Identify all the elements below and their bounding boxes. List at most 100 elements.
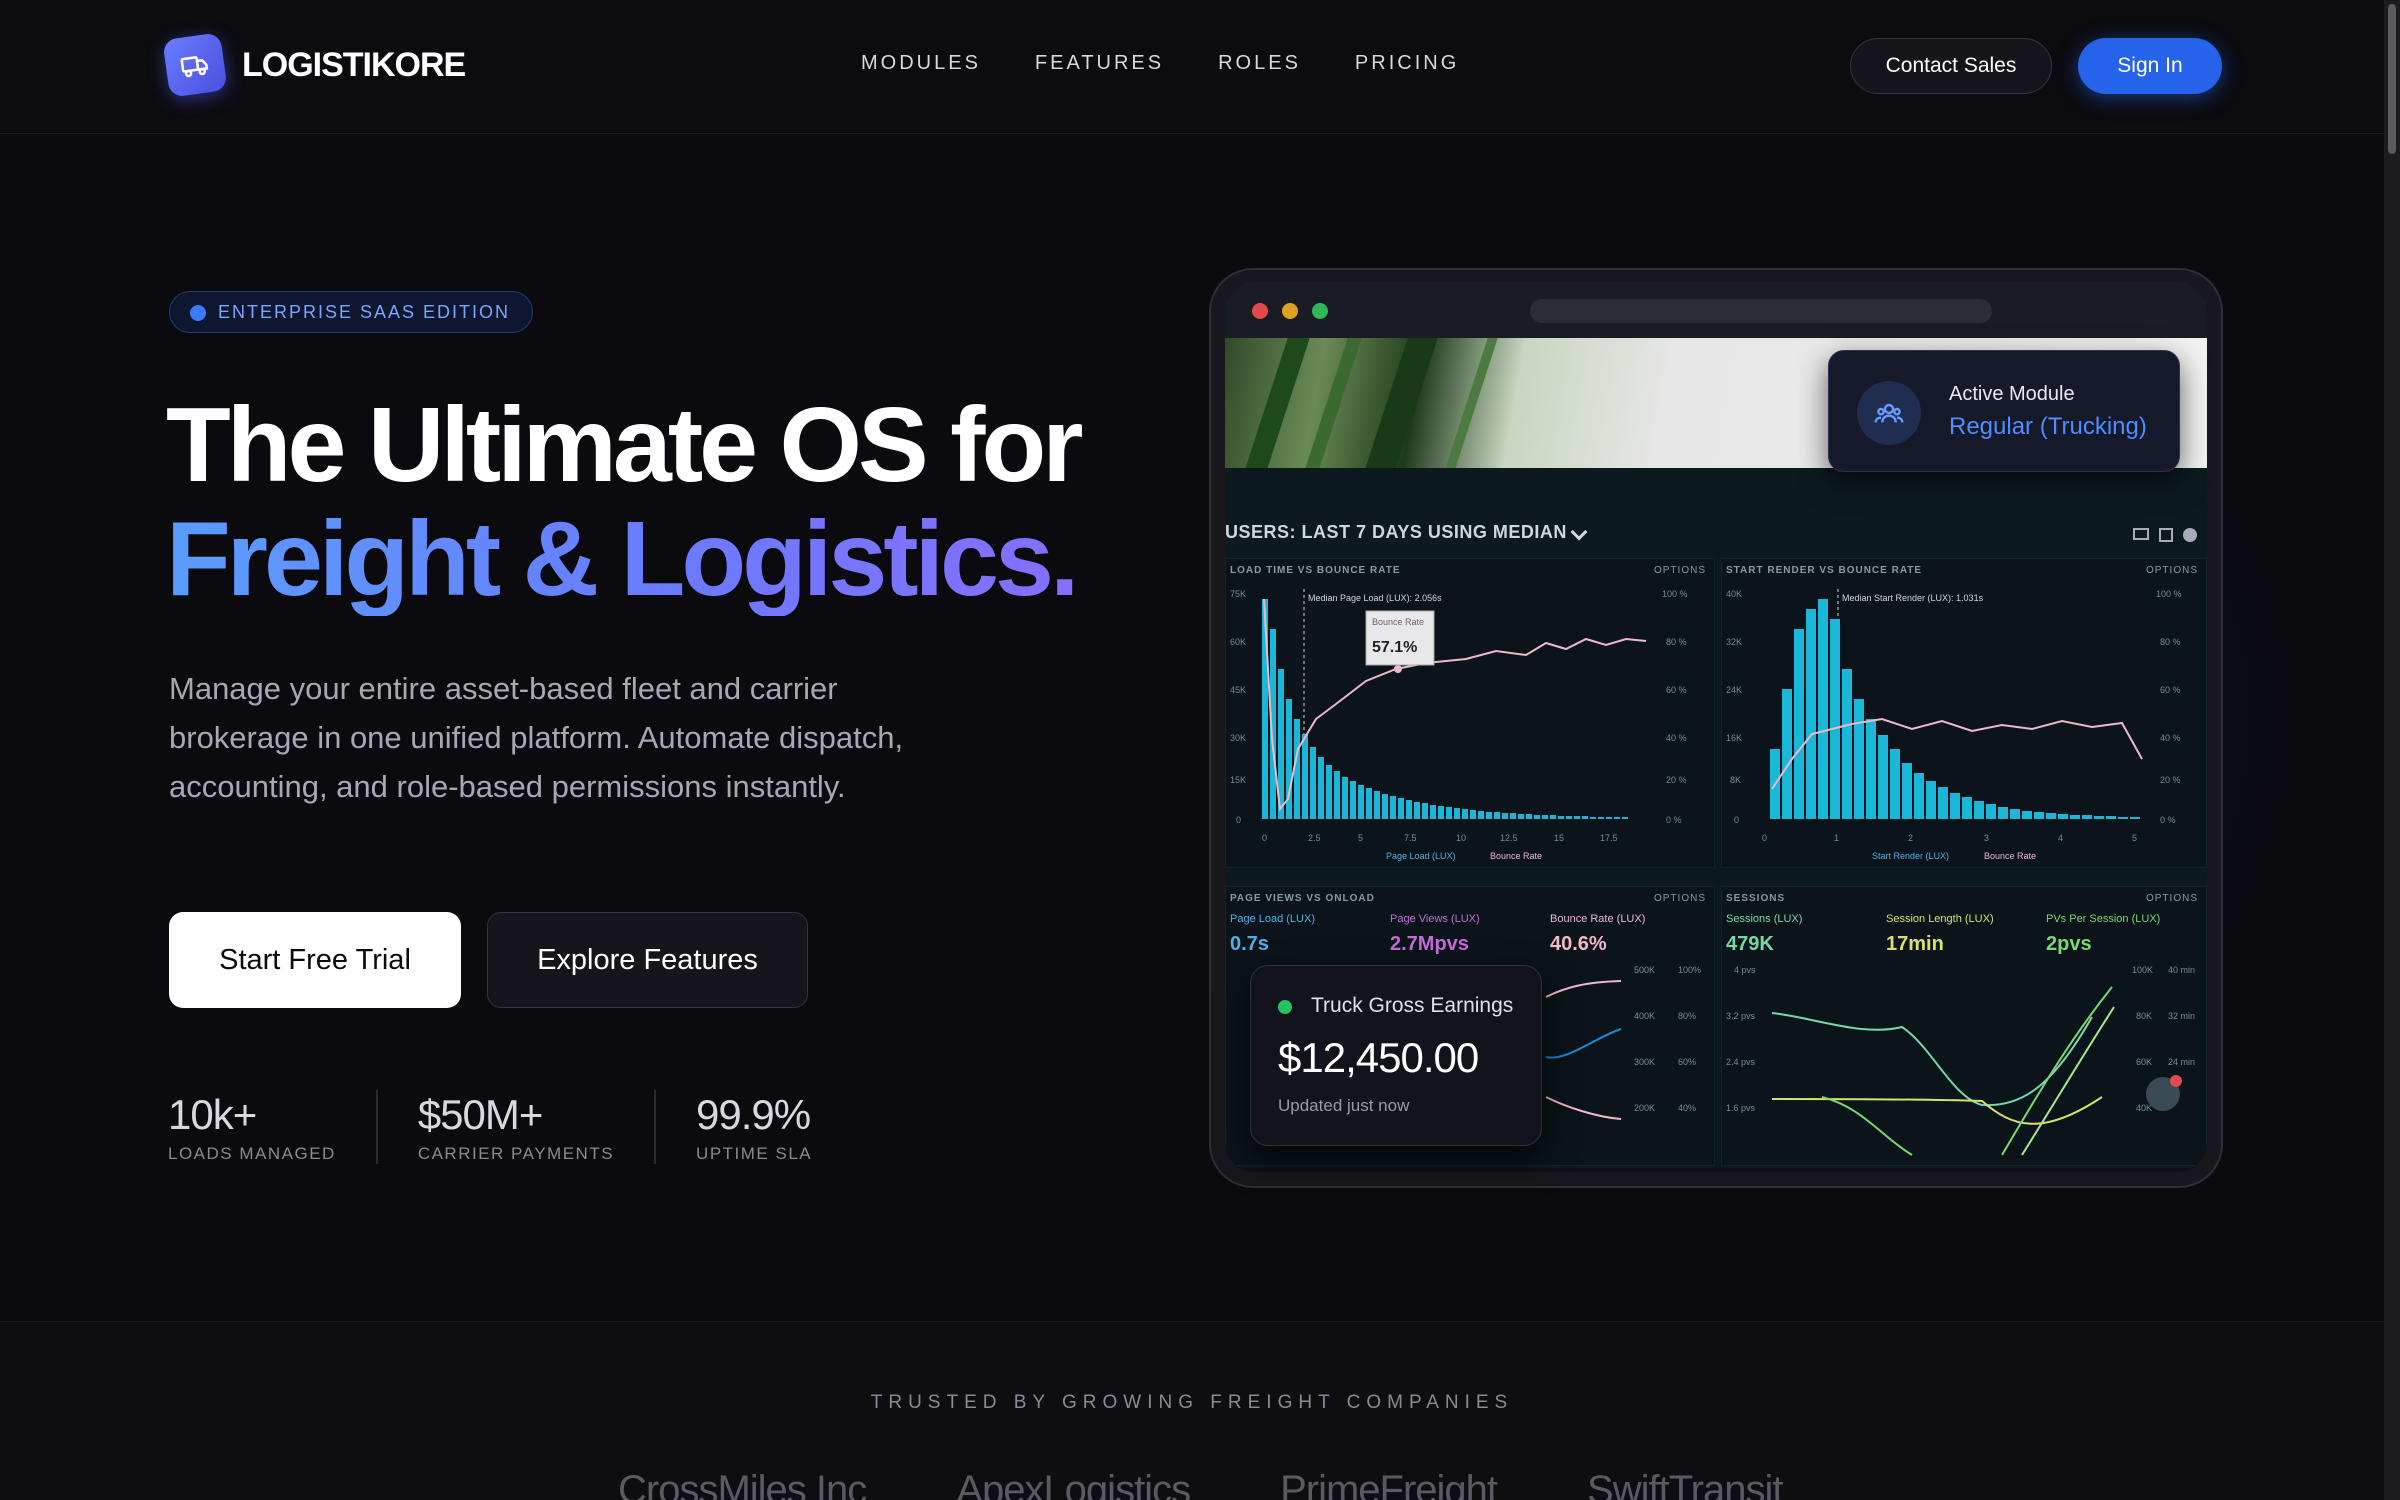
y-tick-right: 80K <box>2136 1011 2153 1021</box>
legend-item: Start Render (LUX) <box>1872 851 1950 861</box>
page-scrollbar[interactable] <box>2384 0 2400 1500</box>
hero-headline: The Ultimate OS for Freight & Logistics. <box>166 388 1166 616</box>
x-tick: 4 <box>2058 833 2064 843</box>
active-module-card: Active Module Regular (Trucking) <box>1828 350 2180 472</box>
y-tick: 8K <box>1730 775 1742 785</box>
users-icon <box>1857 381 1921 445</box>
y-tick-right: 40 % <box>2160 733 2181 743</box>
y-tick: 15K <box>1230 775 1247 785</box>
median-label: Median Start Render (LUX): 1.031s <box>1842 593 1984 603</box>
start-render-chart <box>1770 589 2143 819</box>
stat-value: $50M+ <box>417 1091 544 1138</box>
nav-modules[interactable]: MODULES <box>861 52 981 75</box>
nav-links: MODULES FEATURES ROLES PRICING <box>861 52 1459 75</box>
median-label: Median Page Load (LUX): 2.056s <box>1308 593 1442 603</box>
y-tick-right: 300K <box>1634 1057 1656 1067</box>
nav-pricing[interactable]: PRICING <box>1355 52 1459 75</box>
y-tick-right: 400K <box>1634 1011 1656 1021</box>
y-tick: 45K <box>1230 685 1247 695</box>
y-tick: 0 <box>1236 815 1242 825</box>
truck-icon <box>162 32 228 98</box>
y-tick-right: 60% <box>1678 1057 1697 1067</box>
x-tick: 10 <box>1456 833 1467 843</box>
sign-in-button[interactable]: Sign In <box>2078 38 2222 94</box>
x-tick: 12.5 <box>1500 833 1518 843</box>
y-tick: 4 pvs <box>1734 965 1756 975</box>
x-tick: 7.5 <box>1404 833 1417 843</box>
stat-uptime: 99.9% UPTIME SLA <box>654 1090 852 1164</box>
company-logos: CrossMiles Inc ApexLogistics PrimeFreigh… <box>618 1468 1783 1500</box>
notification-dot-icon <box>2170 1075 2182 1087</box>
tooltip-value: 57.1% <box>1372 639 1418 656</box>
y-tick-right: 80 % <box>1666 637 1687 647</box>
company-logo: PrimeFreight <box>1280 1468 1498 1500</box>
maximize-dot-icon <box>1312 303 1328 319</box>
y-tick-right: 100 % <box>2156 589 2182 599</box>
x-tick: 0 <box>1262 833 1268 843</box>
close-dot-icon <box>1252 303 1268 319</box>
x-tick: 0 <box>1762 833 1768 843</box>
scrollbar-thumb[interactable] <box>2388 4 2396 154</box>
headline-line-2: Freight & Logistics. <box>166 502 1166 616</box>
earnings-label: Truck Gross Earnings <box>1311 994 1514 1017</box>
tooltip-label: Bounce Rate <box>1372 617 1425 627</box>
y-tick-right: 100K <box>2132 965 2154 975</box>
y-tick: 24K <box>1726 685 1743 695</box>
edition-badge: ENTERPRISE SAAS EDITION <box>169 291 534 333</box>
y-tick: 0 <box>1734 815 1740 825</box>
browser-bar <box>1225 282 2207 338</box>
badge-label: ENTERPRISE SAAS EDITION <box>218 301 511 322</box>
module-value: Regular (Trucking) <box>1949 413 2147 440</box>
dashboard-title: USERS: LAST 7 DAYS USING MEDIAN <box>1225 522 1567 542</box>
y-tick-right: 40 min <box>2168 965 2196 975</box>
x-tick: 3 <box>1984 833 1990 843</box>
y-tick-right: 0 % <box>1666 815 1682 825</box>
chart-panel-load-time: LOAD TIME VS BOUNCE RATE OPTIONS Bounce … <box>1225 558 1715 868</box>
chart-panel-sessions: SESSIONS OPTIONS Sessions (LUX) 479K Ses… <box>1721 886 2207 1166</box>
stat-label: UPTIME SLA <box>696 1144 813 1163</box>
nav-features[interactable]: FEATURES <box>1035 52 1164 75</box>
hero-subtitle: Manage your entire asset-based fleet and… <box>169 671 904 804</box>
hero-stats: 10k+ LOADS MANAGED $50M+ CARRIER PAYMENT… <box>168 1090 852 1164</box>
x-tick: 2.5 <box>1308 833 1321 843</box>
y-tick: 60K <box>1230 637 1247 647</box>
y-tick-right: 60K <box>2136 1057 2153 1067</box>
trusted-title: TRUSTED BY GROWING FREIGHT COMPANIES <box>870 1392 1514 1413</box>
y-tick-right: 100 % <box>1662 589 1688 599</box>
y-tick: 30K <box>1230 733 1247 743</box>
y-tick: 75K <box>1230 589 1247 599</box>
url-bar <box>1530 299 1992 323</box>
stat-label: CARRIER PAYMENTS <box>417 1144 615 1163</box>
y-tick: 32K <box>1726 637 1743 647</box>
y-tick-right: 60 % <box>1666 685 1687 695</box>
y-tick-right: 24 min <box>2168 1057 2196 1067</box>
y-tick-right: 100% <box>1678 965 1702 975</box>
y-tick-right: 60 % <box>2160 685 2181 695</box>
headline-line-1: The Ultimate OS for <box>166 386 1083 504</box>
legend-item: Bounce Rate <box>1490 851 1543 861</box>
y-tick-right: 40% <box>1678 1103 1697 1113</box>
company-logo: SwiftTransit <box>1587 1468 1783 1500</box>
module-label: Active Module <box>1949 383 2075 405</box>
stat-value: 99.9% <box>696 1091 811 1138</box>
explore-features-button[interactable]: Explore Features <box>487 912 808 1008</box>
brand-logo[interactable]: LOGISTIKORE <box>162 32 466 98</box>
brand-name: LOGISTIKORE <box>242 45 466 84</box>
x-tick: 5 <box>1358 833 1364 843</box>
help-icon[interactable] <box>2183 528 2197 542</box>
chart-panel-start-render: START RENDER VS BOUNCE RATE OPTIONS Medi… <box>1721 558 2207 868</box>
y-tick: 40K <box>1726 589 1743 599</box>
image-icon[interactable] <box>2159 528 2173 542</box>
monitor-icon[interactable] <box>2133 528 2149 540</box>
y-tick-right: 20 % <box>2160 775 2181 785</box>
nav-roles[interactable]: ROLES <box>1218 52 1301 75</box>
y-tick: 3.2 pvs <box>1726 1011 1756 1021</box>
y-tick: 2.4 pvs <box>1726 1057 1756 1067</box>
y-tick-right: 32 min <box>2168 1011 2196 1021</box>
company-logo: CrossMiles Inc <box>618 1468 867 1500</box>
contact-sales-button[interactable]: Contact Sales <box>1850 38 2052 94</box>
start-free-trial-button[interactable]: Start Free Trial <box>169 912 461 1008</box>
sessions-chart <box>1771 986 2115 1156</box>
stat-value: 10k+ <box>168 1091 257 1138</box>
stat-payments: $50M+ CARRIER PAYMENTS <box>375 1090 654 1164</box>
